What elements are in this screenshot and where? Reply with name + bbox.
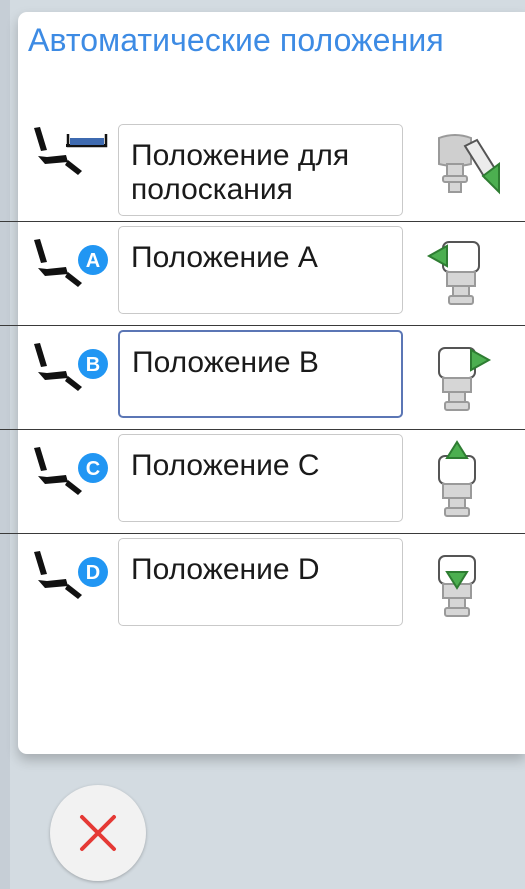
chair-rinse-icon — [34, 127, 108, 175]
position-badge: B — [86, 354, 100, 376]
position-badge: D — [86, 562, 100, 584]
chair-position-icon: C — [34, 447, 108, 495]
chair-position-icon: A — [34, 239, 108, 287]
rinse-position-icon[interactable] — [425, 116, 501, 200]
chair-position-icon: D — [34, 551, 108, 599]
position-row-a: A Положение A — [0, 222, 525, 326]
position-name-field[interactable]: Положение C — [118, 434, 403, 522]
position-name-field[interactable]: Положение для полоскания — [118, 124, 403, 216]
panel-title: Автоматические положения — [28, 22, 444, 58]
position-name-field[interactable]: Положение D — [118, 538, 403, 626]
position-name-field[interactable]: Положение B — [118, 330, 403, 418]
close-icon — [80, 815, 116, 851]
position-row-b: B Положение B — [0, 326, 525, 430]
position-row-c: C Положение C — [0, 430, 525, 534]
position-row-d: D Положение D — [0, 534, 525, 638]
position-row-rinse: Положение для полоскания — [0, 110, 525, 222]
close-button[interactable] — [50, 785, 146, 881]
chair-position-icon: B — [34, 343, 108, 391]
arrow-left-icon[interactable] — [425, 228, 501, 312]
arrow-up-icon[interactable] — [425, 436, 501, 520]
automatic-positions-panel: Автоматические положения Положение для п… — [0, 12, 525, 754]
arrow-right-icon[interactable] — [425, 332, 501, 416]
position-badge: A — [86, 250, 100, 272]
position-name-field[interactable]: Положение A — [118, 226, 403, 314]
arrow-down-icon[interactable] — [425, 540, 501, 624]
position-badge: C — [86, 458, 100, 480]
